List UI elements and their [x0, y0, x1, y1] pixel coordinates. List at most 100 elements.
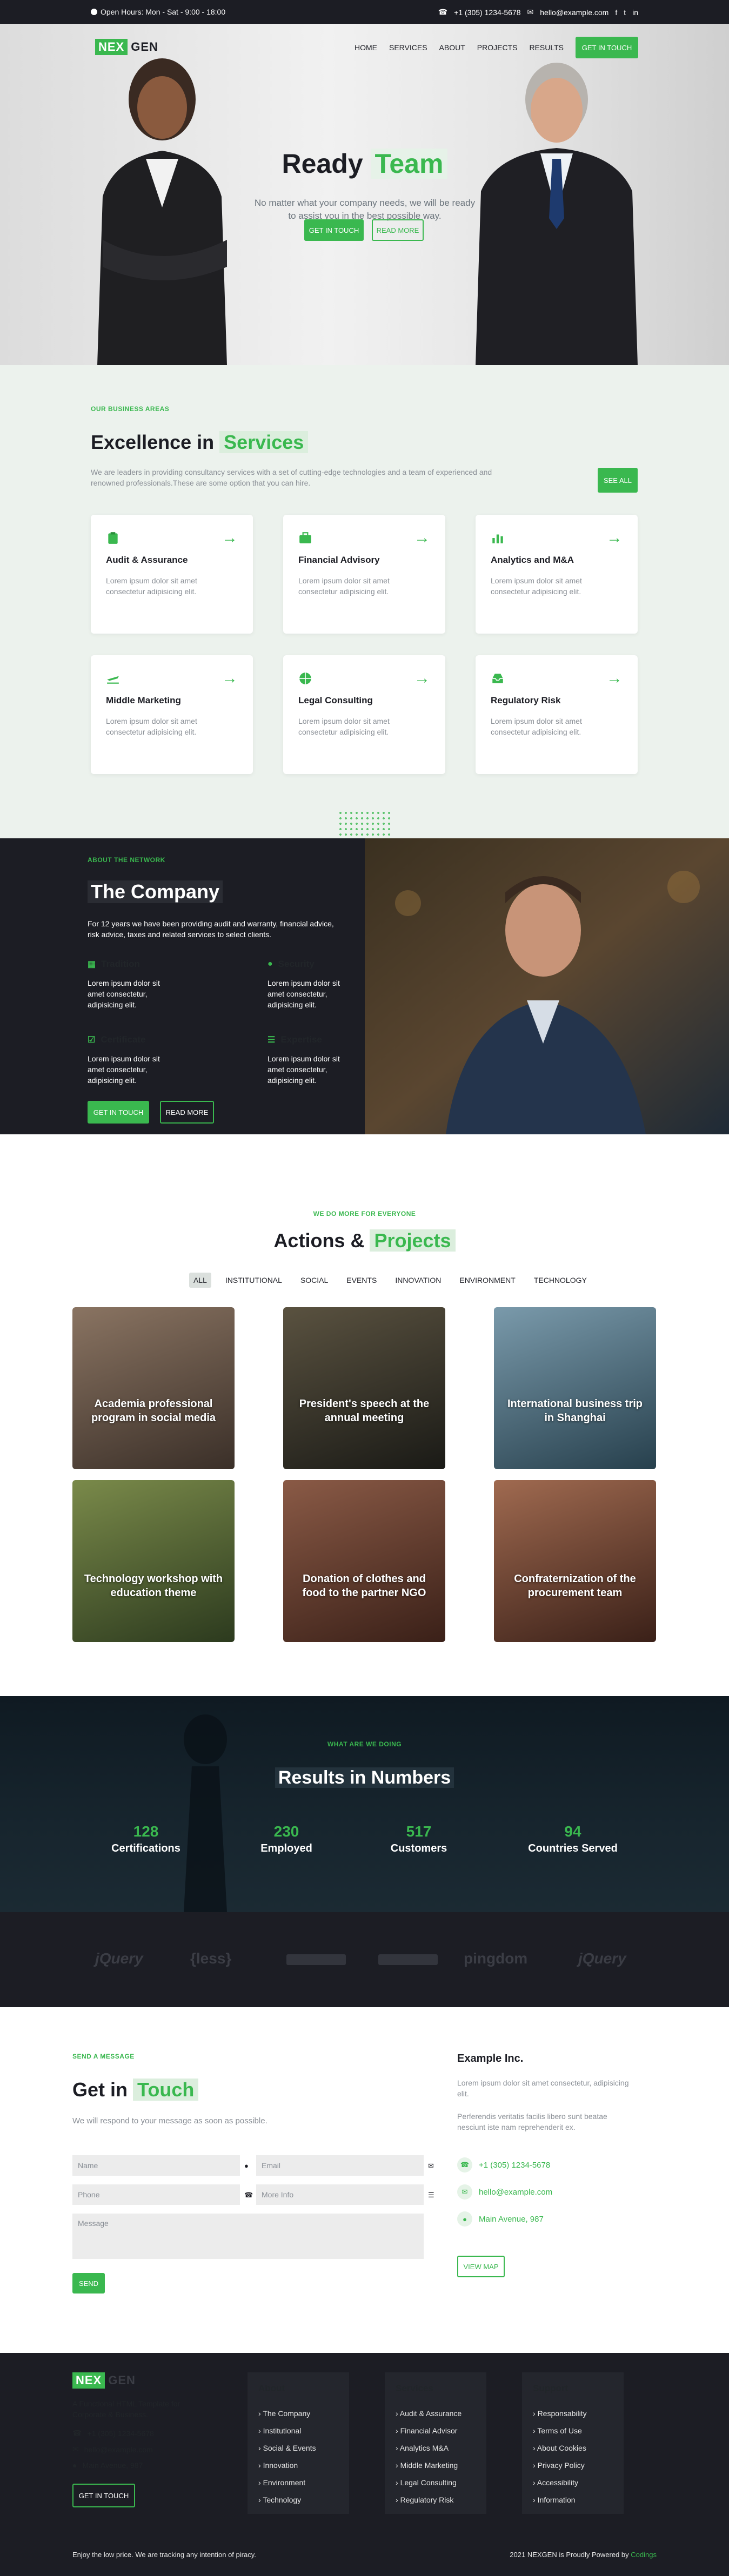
filter-technology[interactable]: TECHNOLOGY [530, 1273, 591, 1288]
project-card[interactable]: Technology workshop with education theme [72, 1480, 235, 1642]
nav-services[interactable]: SERVICES [389, 43, 427, 52]
company-title: The Company [88, 880, 223, 903]
nav-home[interactable]: HOME [355, 43, 377, 52]
contact-email[interactable]: ✉ hello@example.com [457, 2184, 552, 2200]
see-all-button[interactable]: SEE ALL [598, 468, 638, 493]
footer-link[interactable]: Information [533, 2491, 587, 2508]
logo-nex: NEX [95, 39, 128, 55]
phone-icon: ☎ [438, 8, 448, 16]
footer-link[interactable]: Regulatory Risk [396, 2491, 462, 2508]
footer-link[interactable]: About Cookies [533, 2439, 587, 2457]
project-title: Academia professional program in social … [91, 1398, 216, 1424]
arrow-right-icon[interactable]: → [222, 529, 238, 547]
filter-institutional[interactable]: INSTITUTIONAL [221, 1273, 286, 1288]
phone-icon: ☎ [72, 2429, 82, 2437]
top-phone[interactable]: +1 (305) 1234-5678 [454, 8, 520, 17]
nav-projects[interactable]: PROJECTS [477, 43, 518, 52]
service-card[interactable]: → Audit & Assurance Lorem ipsum dolor si… [91, 515, 253, 634]
hero-read-more-button[interactable]: READ MORE [372, 219, 424, 241]
open-hours: Open Hours: Mon - Sat - 9:00 - 18:00 [91, 8, 225, 16]
nav-about[interactable]: ABOUT [439, 43, 465, 52]
project-card[interactable]: International business trip in Shanghai [494, 1307, 656, 1469]
arrow-right-icon[interactable]: → [606, 669, 623, 688]
arrow-right-icon[interactable]: → [222, 669, 238, 688]
filter-social[interactable]: SOCIAL [296, 1273, 332, 1288]
arrow-right-icon[interactable]: → [414, 529, 430, 547]
service-card[interactable]: → Legal Consulting Lorem ipsum dolor sit… [283, 655, 445, 774]
project-card[interactable]: President's speech at the annual meeting [283, 1307, 445, 1469]
footer-phone[interactable]: ☎ +1 (305) 1234-5678 [72, 2429, 154, 2438]
feature-title: ● Security [267, 959, 315, 970]
contact-subtitle: We will respond to your message as soon … [72, 2116, 267, 2126]
footer-logo[interactable]: NEX GEN [72, 2372, 139, 2389]
footer-credit-link[interactable]: Codings [631, 2551, 657, 2559]
footer-link[interactable]: Innovation [258, 2457, 316, 2474]
project-filters: ALL INSTITUTIONAL SOCIAL EVENTS INNOVATI… [189, 1273, 591, 1288]
brand-logo-pingdom: pingdom [464, 1950, 528, 1967]
footer-link[interactable]: Terms of Use [533, 2422, 587, 2439]
projects-eyebrow: WE DO MORE FOR EVERYONE [313, 1210, 416, 1218]
footer-link[interactable]: Analytics M&A [396, 2439, 462, 2457]
filter-innovation[interactable]: INNOVATION [391, 1273, 445, 1288]
filter-environment[interactable]: ENVIRONMENT [455, 1273, 519, 1288]
footer-link[interactable]: Environment [258, 2474, 316, 2491]
service-card-title: Financial Advisory [298, 555, 380, 565]
linkedin-icon[interactable]: in [632, 8, 638, 17]
footer-link[interactable]: Middle Marketing [396, 2457, 462, 2474]
service-card[interactable]: → Middle Marketing Lorem ipsum dolor sit… [91, 655, 253, 774]
project-card[interactable]: Confraternization of the procurement tea… [494, 1480, 656, 1642]
view-map-button[interactable]: VIEW MAP [457, 2256, 505, 2277]
hero-get-in-touch-button[interactable]: GET IN TOUCH [304, 219, 364, 241]
feature-title-text: Expertise [280, 1034, 322, 1045]
footer-column-about: About The Company Institutional Social &… [248, 2372, 349, 2514]
footer-link[interactable]: Legal Consulting [396, 2474, 462, 2491]
footer-link[interactable]: Responsability [533, 2405, 587, 2422]
email-field[interactable]: Email [256, 2155, 424, 2176]
footer-link[interactable]: Social & Events [258, 2439, 316, 2457]
company-get-in-touch-button[interactable]: GET IN TOUCH [88, 1101, 149, 1124]
top-email[interactable]: hello@example.com [540, 8, 608, 17]
footer-link[interactable]: Privacy Policy [533, 2457, 587, 2474]
footer-link[interactable]: The Company [258, 2405, 316, 2422]
logo[interactable]: NEX GEN [95, 39, 162, 55]
projects-title: Actions & Projects [0, 1229, 729, 1252]
more-info-field[interactable]: More Info [256, 2184, 424, 2205]
contact-phone[interactable]: ☎ +1 (305) 1234-5678 [457, 2157, 550, 2173]
footer-link[interactable]: Audit & Assurance [396, 2405, 462, 2422]
name-field[interactable]: Name [72, 2155, 240, 2176]
project-card[interactable]: Donation of clothes and food to the part… [283, 1480, 445, 1642]
twitter-icon[interactable]: t [624, 8, 626, 17]
project-title: International business trip in Shanghai [507, 1398, 643, 1424]
company-read-more-button[interactable]: READ MORE [160, 1101, 214, 1124]
nav-get-in-touch-button[interactable]: GET IN TOUCH [576, 37, 638, 58]
contact-address: ● Main Avenue, 987 [457, 2211, 544, 2227]
service-card-title: Middle Marketing [106, 695, 181, 705]
filter-all[interactable]: ALL [189, 1273, 211, 1288]
facebook-icon[interactable]: f [615, 8, 617, 17]
footer-get-in-touch-button[interactable]: GET IN TOUCH [72, 2484, 135, 2507]
footer-link[interactable]: Accessibility [533, 2474, 587, 2491]
service-card-title: Legal Consulting [298, 695, 373, 705]
stat-value: 230 [273, 1823, 299, 1840]
dots-decoration [338, 810, 392, 836]
filter-events[interactable]: EVENTS [342, 1273, 381, 1288]
phone-field[interactable]: Phone [72, 2184, 240, 2205]
footer-link[interactable]: Technology [258, 2491, 316, 2508]
project-card[interactable]: Academia professional program in social … [72, 1307, 235, 1469]
footer-link[interactable]: Financial Advisor [396, 2422, 462, 2439]
footer-column-services: Services Audit & Assurance Financial Adv… [385, 2372, 486, 2514]
service-card[interactable]: → Regulatory Risk Lorem ipsum dolor sit … [476, 655, 638, 774]
arrow-right-icon[interactable]: → [414, 669, 430, 688]
nav-results[interactable]: RESULTS [529, 43, 564, 52]
message-field[interactable]: Message [72, 2214, 424, 2259]
arrow-right-icon[interactable]: → [606, 529, 623, 547]
clock-icon [91, 9, 97, 15]
service-card[interactable]: → Analytics and M&A Lorem ipsum dolor si… [476, 515, 638, 634]
service-card[interactable]: → Financial Advisory Lorem ipsum dolor s… [283, 515, 445, 634]
send-button[interactable]: SEND [72, 2273, 105, 2293]
stat-value: 128 [133, 1823, 159, 1840]
footer-address-text: Main Avenue, 987 [82, 2461, 143, 2470]
footer-email[interactable]: ✉ hello@example.com [72, 2445, 153, 2454]
footer-link[interactable]: Institutional [258, 2422, 316, 2439]
person-icon: ● [244, 2162, 249, 2170]
